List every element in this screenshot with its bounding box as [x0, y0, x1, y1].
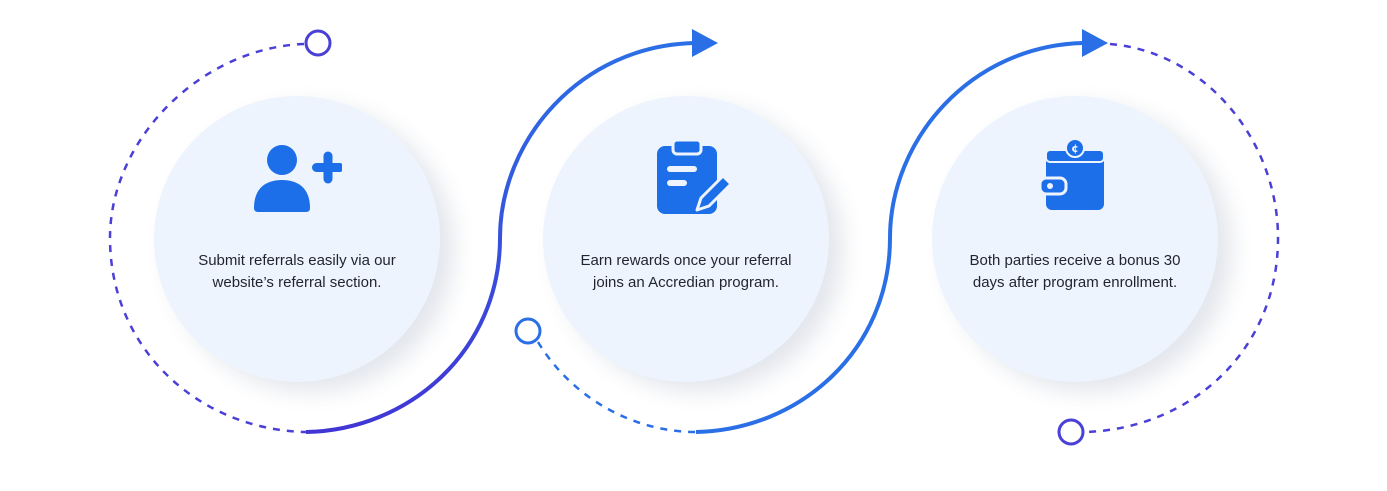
step-description: Earn rewards once your referral joins an… [580, 252, 792, 291]
svg-text:¢: ¢ [1071, 142, 1079, 155]
add-user-icon [254, 145, 342, 212]
arrowhead-1-icon [692, 29, 718, 57]
clipboard-edit-icon [657, 140, 731, 214]
mid-ring-icon [514, 317, 542, 345]
start-ring-icon [304, 29, 332, 57]
step-card-submit-referrals: Submit referrals easily via our website’… [154, 96, 440, 382]
arrowhead-2-icon [1082, 29, 1108, 57]
end-ring-icon [1057, 418, 1085, 446]
step-description: Both parties receive a bonus 30 days aft… [969, 252, 1181, 291]
step-card-bonus: ¢ Both parties receive a bonus 30 days a… [932, 96, 1218, 382]
step-card-earn-rewards: Earn rewards once your referral joins an… [543, 96, 829, 382]
wallet-icon: ¢ [1038, 140, 1105, 210]
step-description: Submit referrals easily via our website’… [198, 252, 396, 291]
